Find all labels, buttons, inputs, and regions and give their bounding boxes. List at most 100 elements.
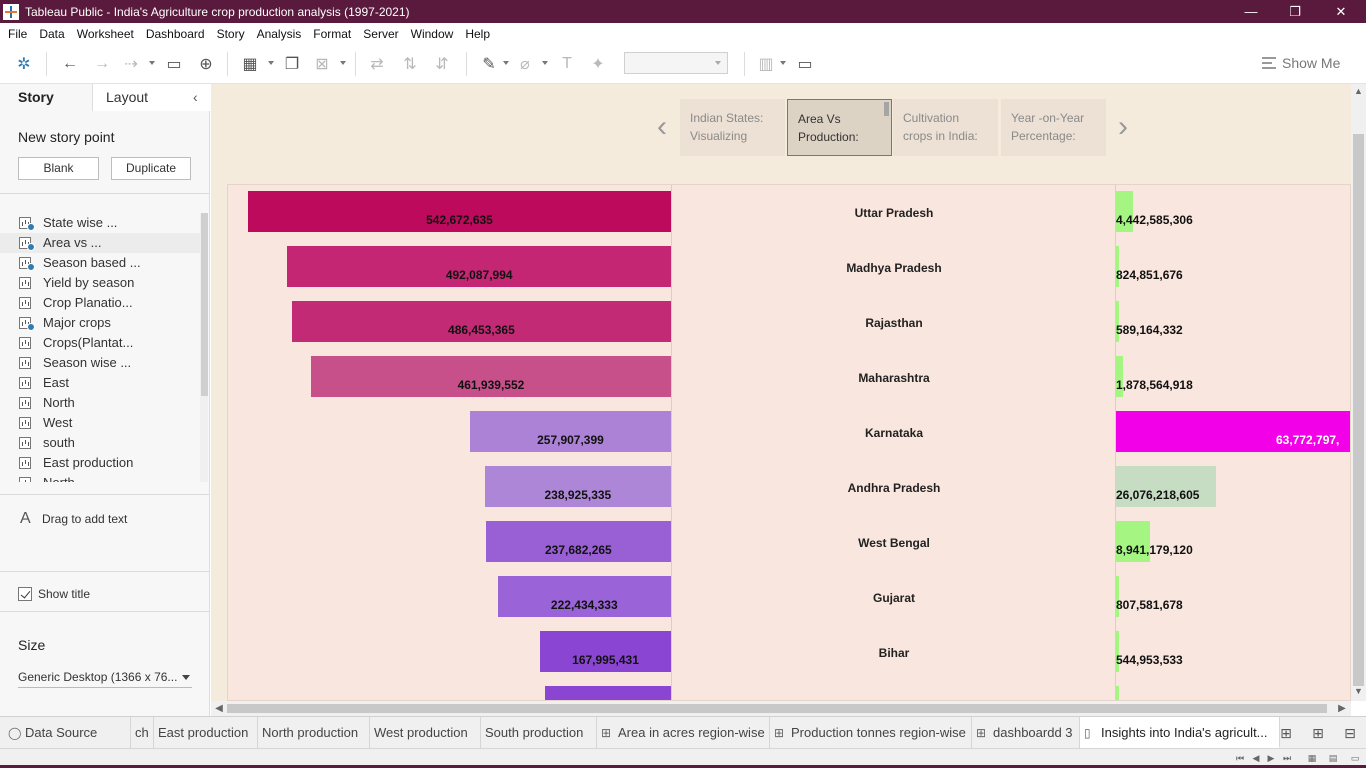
- menu-server[interactable]: Server: [357, 27, 404, 41]
- next-sheet-icon[interactable]: ▶: [1265, 752, 1277, 764]
- story-point-tile-2[interactable]: Area Vs Production:: [787, 99, 892, 156]
- swap-rows-columns-icon[interactable]: ⇄: [367, 54, 387, 74]
- duplicate-sheet-icon[interactable]: ❐: [282, 54, 302, 74]
- production-bar[interactable]: [1116, 686, 1119, 700]
- vertical-scrollbar[interactable]: ▲ ▼: [1351, 84, 1366, 701]
- production-bar-label: 1,878,564,918: [1116, 378, 1193, 392]
- next-story-point-icon[interactable]: ›: [1113, 112, 1133, 143]
- sheet-tab[interactable]: North production: [258, 717, 370, 749]
- horizontal-scroll-thumb[interactable]: [227, 704, 1327, 713]
- sheet-list-item[interactable]: State wise ...: [0, 213, 200, 233]
- sheet-list-item[interactable]: East: [0, 373, 200, 393]
- redo-icon[interactable]: →: [92, 54, 112, 74]
- menu-format[interactable]: Format: [307, 27, 357, 41]
- sheet-list-item[interactable]: Season wise ...: [0, 353, 200, 373]
- new-worksheet-tab-icon[interactable]: ⊞: [1278, 725, 1294, 741]
- sheet-tab[interactable]: South production: [481, 717, 597, 749]
- area-bar[interactable]: [545, 686, 671, 700]
- close-button[interactable]: ✕: [1318, 0, 1364, 23]
- menu-story[interactable]: Story: [211, 27, 251, 41]
- menu-analysis[interactable]: Analysis: [251, 27, 308, 41]
- sheet-list-scroll-thumb[interactable]: [201, 213, 208, 396]
- collapse-panel-icon[interactable]: ‹: [193, 89, 205, 105]
- state-label: Madhya Pradesh: [846, 261, 942, 275]
- tabs-view-icon[interactable]: ▭: [1349, 752, 1361, 764]
- tab-story[interactable]: Story: [0, 84, 92, 111]
- new-data-source-icon[interactable]: ⊕: [196, 54, 216, 74]
- sheet-list-item[interactable]: Crops(Plantat...: [0, 333, 200, 353]
- sheet-list-item[interactable]: West: [0, 413, 200, 433]
- sheet-tab[interactable]: ⊞ Area in acres region-wise: [597, 717, 770, 749]
- sheet-list-item[interactable]: Yield by season: [0, 273, 200, 293]
- sheet-list-item[interactable]: Area vs ...: [0, 233, 200, 253]
- tableau-icon[interactable]: ✲: [14, 54, 34, 74]
- story-point-tile-4[interactable]: Year -on-Year Percentage:: [1001, 99, 1106, 156]
- sheet-list-item-label: State wise ...: [43, 215, 118, 230]
- restore-button[interactable]: ❐: [1272, 0, 1318, 23]
- save-icon[interactable]: ▭: [164, 54, 184, 74]
- previous-story-point-icon[interactable]: ‹: [652, 112, 672, 143]
- first-sheet-icon[interactable]: ⏮: [1234, 752, 1246, 764]
- state-label: West Bengal: [858, 536, 930, 550]
- sheet-tab[interactable]: East production: [154, 717, 258, 749]
- show-me-button[interactable]: Show Me: [1262, 54, 1340, 72]
- sheet-list-item[interactable]: Season based ...: [0, 253, 200, 273]
- area-bar-label: 237,682,265: [544, 543, 612, 557]
- sheet-list-item[interactable]: Crop Planatio...: [0, 293, 200, 313]
- scroll-left-icon[interactable]: ◀: [213, 701, 225, 716]
- scroll-up-icon[interactable]: ▲: [1354, 86, 1363, 96]
- blank-button[interactable]: Blank: [18, 157, 99, 180]
- sheet-tab[interactable]: ch: [131, 717, 154, 749]
- sheet-tab[interactable]: ⊞ Production tonnes region-wise: [770, 717, 972, 749]
- sort-descending-icon[interactable]: ⇵: [432, 54, 452, 74]
- highlight-icon[interactable]: ✎: [479, 54, 499, 74]
- minimize-button[interactable]: —: [1228, 0, 1274, 23]
- replay-icon[interactable]: ⇢: [121, 54, 141, 74]
- show-title-checkbox[interactable]: Show title: [18, 587, 90, 601]
- presentation-mode-icon[interactable]: ▭: [795, 54, 815, 74]
- undo-icon[interactable]: ←: [60, 54, 80, 74]
- size-dropdown[interactable]: Generic Desktop (1366 x 76...: [18, 666, 192, 688]
- new-dashboard-tab-icon[interactable]: ⊞: [1310, 725, 1326, 741]
- sheet-list-item[interactable]: Major crops: [0, 313, 200, 333]
- pin-icon[interactable]: ✦: [588, 54, 608, 74]
- vertical-scroll-thumb[interactable]: [1353, 134, 1364, 686]
- horizontal-scrollbar[interactable]: ◀ ▶: [211, 701, 1351, 716]
- filmstrip-icon[interactable]: ▤: [1327, 752, 1339, 764]
- menu-file[interactable]: File: [2, 27, 33, 41]
- sheet-list-item[interactable]: East production: [0, 453, 200, 473]
- new-worksheet-icon[interactable]: ▦: [240, 54, 260, 74]
- sheet-list-item[interactable]: North: [0, 473, 200, 482]
- story-point-tile-1[interactable]: Indian States: Visualizing: [680, 99, 785, 156]
- menu-help[interactable]: Help: [459, 27, 496, 41]
- clear-sheet-icon[interactable]: ⊠: [312, 54, 332, 74]
- sheet-tab-label: ch: [135, 725, 149, 740]
- sheet-sorter-icon[interactable]: ▦: [1306, 752, 1318, 764]
- sheet-list-item[interactable]: North: [0, 393, 200, 413]
- tile-3-line1: Cultivation: [903, 111, 960, 125]
- sheet-tab[interactable]: ◯ Data Source: [4, 717, 131, 749]
- area-bar-label: 542,672,635: [426, 213, 493, 227]
- scroll-down-icon[interactable]: ▼: [1354, 686, 1363, 696]
- sheet-tab[interactable]: West production: [370, 717, 481, 749]
- menu-data[interactable]: Data: [33, 27, 70, 41]
- menu-window[interactable]: Window: [405, 27, 460, 41]
- labels-icon[interactable]: T: [557, 54, 577, 74]
- sheet-tab[interactable]: ⊞ dashboardd 3: [972, 717, 1080, 749]
- previous-sheet-icon[interactable]: ◀: [1250, 752, 1262, 764]
- scroll-right-icon[interactable]: ▶: [1336, 701, 1348, 716]
- sheet-tab[interactable]: ▯ Insights into India's agricult...: [1080, 717, 1280, 749]
- checkbox-checked-icon[interactable]: [18, 587, 32, 601]
- sort-ascending-icon[interactable]: ⇅: [400, 54, 420, 74]
- attach-icon[interactable]: ⌀: [515, 54, 535, 74]
- duplicate-button[interactable]: Duplicate: [111, 157, 191, 180]
- text-object[interactable]: A Drag to add text: [20, 510, 127, 528]
- last-sheet-icon[interactable]: ⏭: [1281, 752, 1293, 764]
- menu-dashboard[interactable]: Dashboard: [140, 27, 211, 41]
- fit-icon[interactable]: ▥: [756, 54, 776, 74]
- fit-dropdown[interactable]: [624, 52, 728, 74]
- story-point-tile-3[interactable]: Cultivation crops in India:: [893, 99, 998, 156]
- sheet-list-item[interactable]: south: [0, 433, 200, 453]
- menu-worksheet[interactable]: Worksheet: [71, 27, 140, 41]
- new-story-tab-icon[interactable]: ⊟: [1342, 725, 1358, 741]
